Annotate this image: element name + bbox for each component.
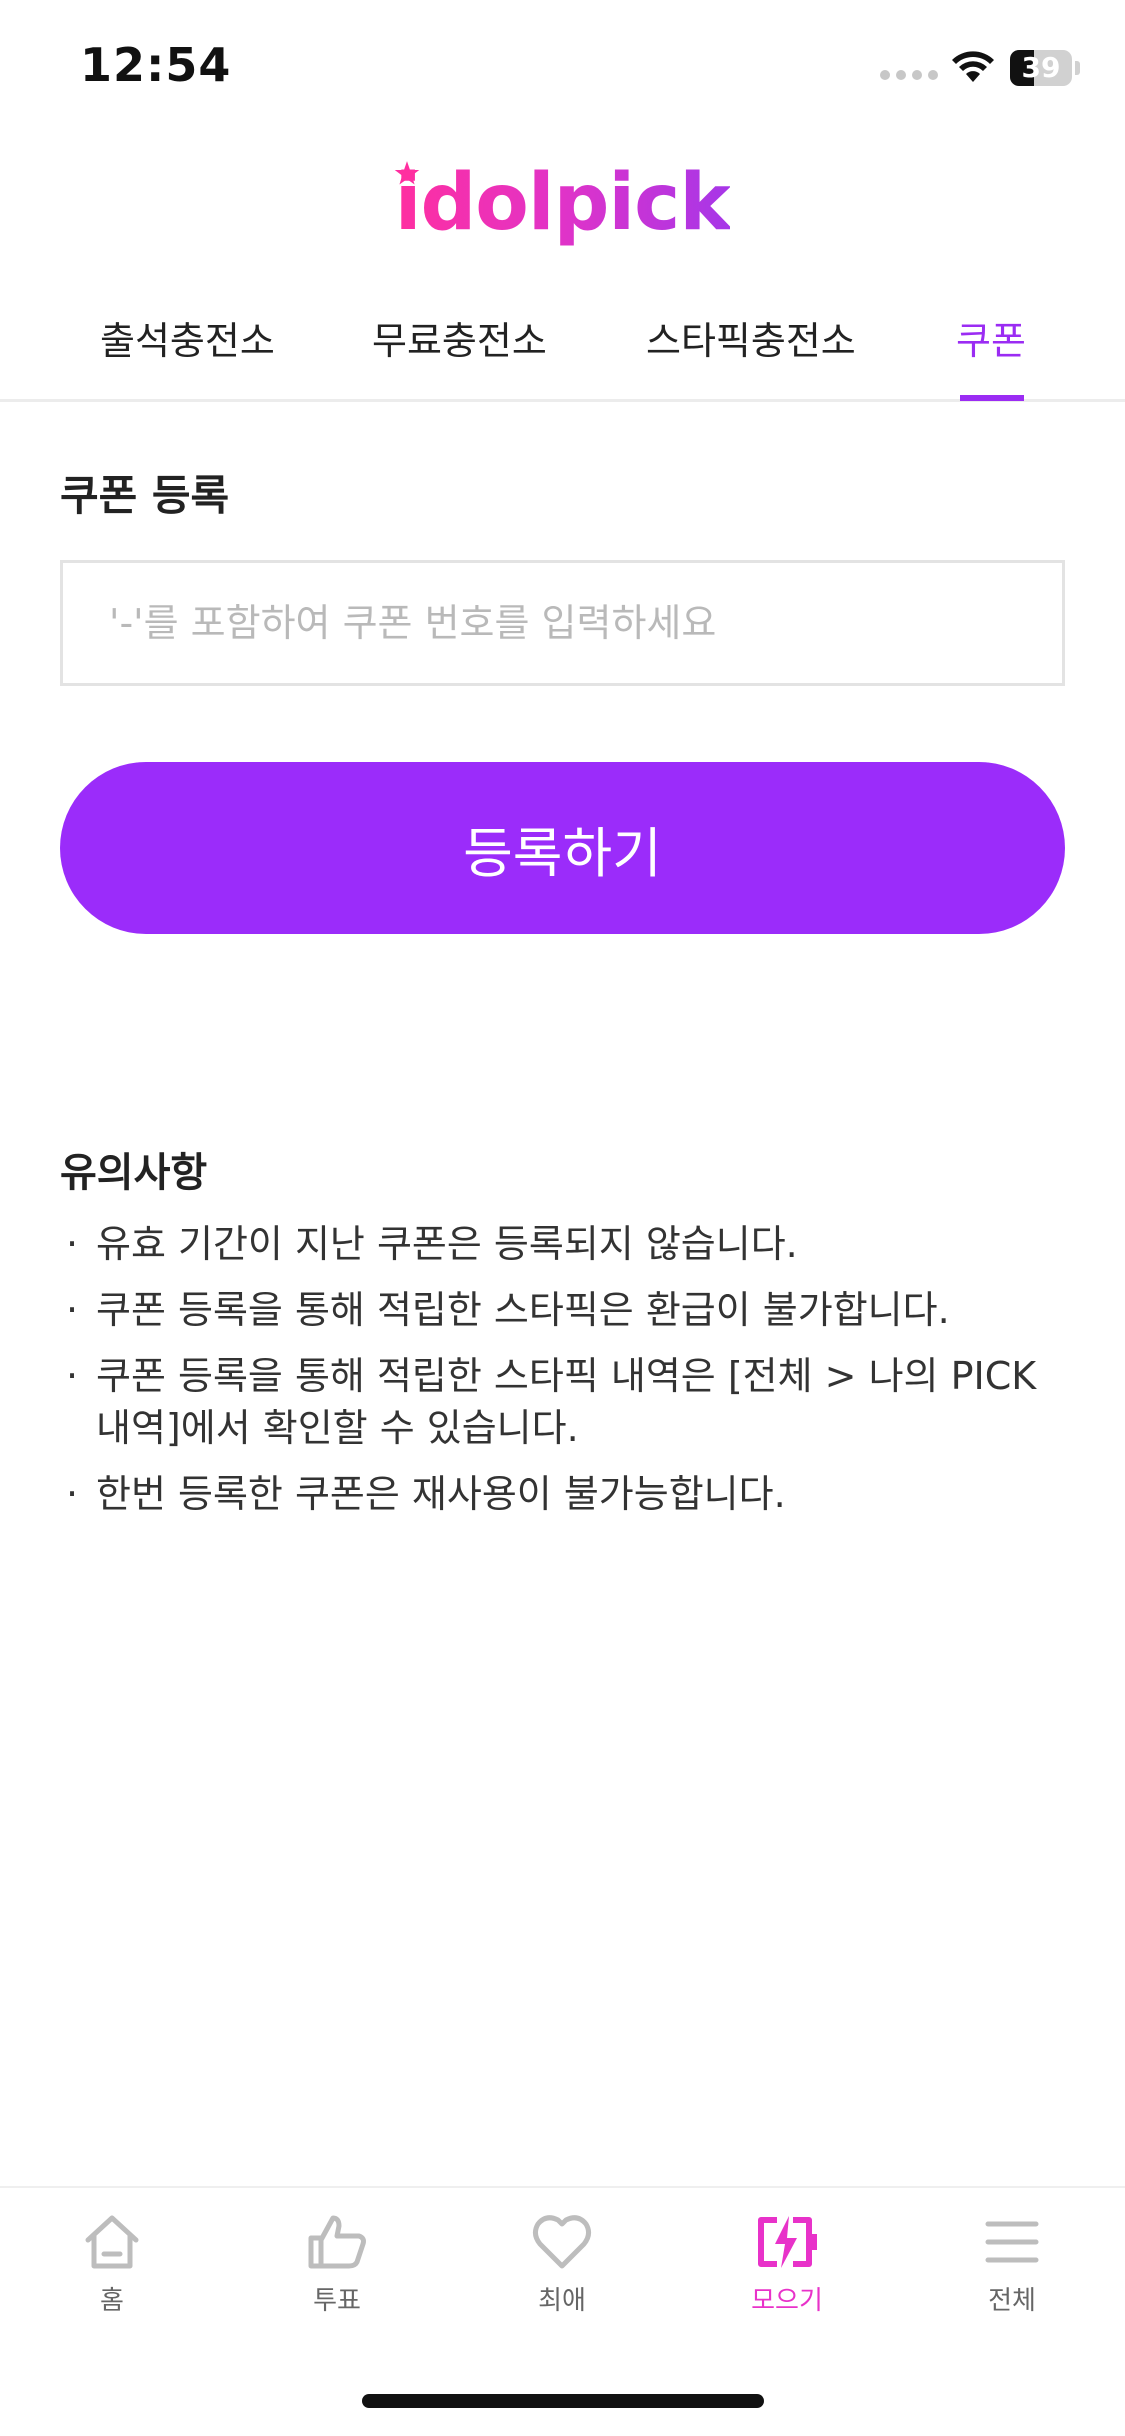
notice-item: 쿠폰 등록을 통해 적립한 스타픽은 환급이 불가합니다. [60, 1284, 1070, 1336]
nav-label-vote: 투표 [313, 2286, 361, 2316]
home-indicator [362, 2394, 764, 2408]
nav-item-home[interactable]: 홈 [32, 2212, 192, 2317]
nav-label-collect: 모으기 [751, 2286, 823, 2316]
nav-item-collect[interactable]: 모으기 [707, 2212, 867, 2317]
battery-cap [1075, 61, 1080, 75]
nav-item-vote[interactable]: 투표 [257, 2212, 417, 2317]
notice-item: 유효 기간이 지난 쿠폰은 등록되지 않습니다. [60, 1218, 1070, 1270]
notice-item: 한번 등록한 쿠폰은 재사용이 불가능합니다. [60, 1468, 1070, 1520]
thumbs-up-icon [308, 2215, 366, 2269]
active-tab-indicator [960, 395, 1024, 401]
tab-starpick-charge[interactable]: 스타픽충전소 [646, 310, 856, 365]
nav-label-favorite: 최애 [538, 2286, 586, 2316]
home-icon [85, 2215, 139, 2269]
notice-title: 유의사항 [60, 1150, 208, 1196]
tab-free-charge[interactable]: 무료충전소 [372, 310, 547, 365]
nav-label-home: 홈 [100, 2286, 124, 2316]
register-coupon-button[interactable]: 등록하기 [60, 762, 1065, 934]
tab-attendance-charge[interactable]: 출석충전소 [100, 310, 275, 365]
cellular-signal-icon [880, 70, 938, 80]
notice-item: 쿠폰 등록을 통해 적립한 스타픽 내역은 [전체 > 나의 PICK 내역]에… [60, 1350, 1070, 1454]
status-time: 12:54 [80, 38, 232, 92]
battery-label: 39 [1021, 51, 1061, 84]
nav-label-all: 전체 [988, 2286, 1036, 2316]
battery-icon: 39 [1010, 50, 1072, 86]
app-logo: idolpick [0, 158, 1125, 248]
status-bar: 12:54 39 [0, 0, 1125, 140]
charge-icon [758, 2216, 817, 2268]
wifi-icon [952, 51, 994, 82]
star-icon [394, 161, 419, 185]
charge-tabs: 출석충전소 무료충전소 스타픽충전소 쿠폰 [0, 290, 1125, 402]
coupon-code-input[interactable] [60, 560, 1065, 686]
coupon-section-title: 쿠폰 등록 [60, 471, 230, 520]
notice-list: 유효 기간이 지난 쿠폰은 등록되지 않습니다. 쿠폰 등록을 통해 적립한 스… [60, 1218, 1070, 1534]
logo-text: idolpick [394, 158, 732, 248]
nav-item-all[interactable]: 전체 [932, 2212, 1092, 2317]
tab-coupon[interactable]: 쿠폰 [956, 310, 1026, 365]
nav-item-favorite[interactable]: 최애 [482, 2212, 642, 2317]
heart-icon [532, 2215, 592, 2269]
menu-icon [985, 2221, 1039, 2263]
